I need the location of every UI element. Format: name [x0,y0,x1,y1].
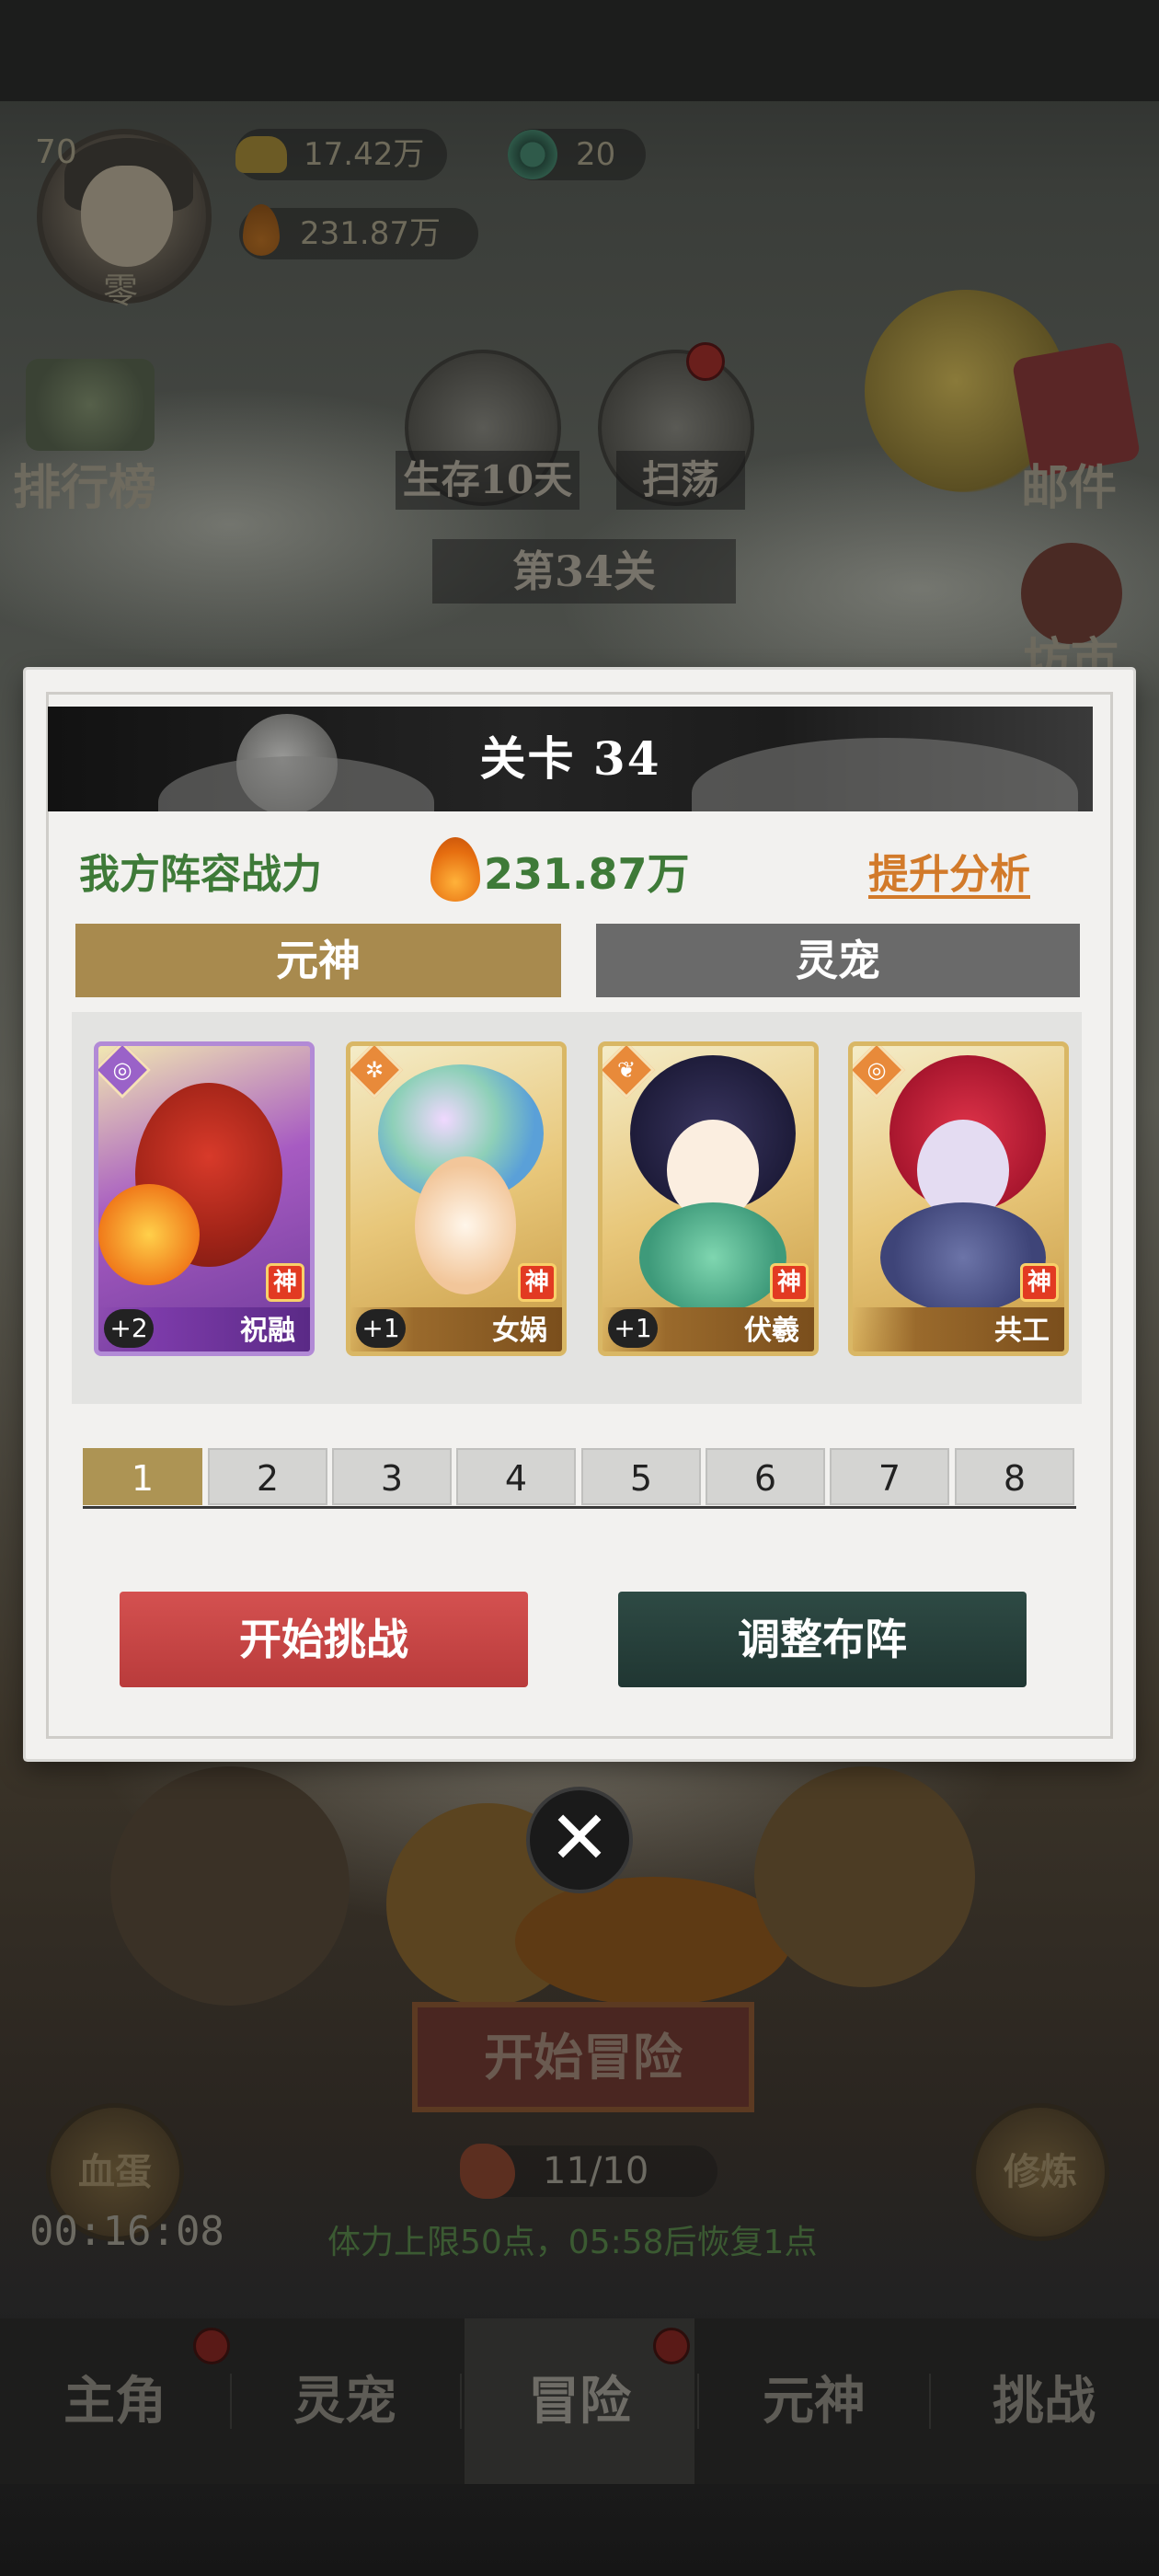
power-value: 231.87万 [484,849,690,899]
god-badge: 神 [266,1263,304,1302]
gold-value: 17.42万 [304,136,425,173]
hero-card[interactable]: ◎ 神 共工 [848,1041,1069,1356]
enhance-level: +1 [356,1309,406,1348]
jade-value: 20 [576,136,616,173]
tab-spirit-pet[interactable]: 灵宠 [596,924,1080,997]
hero-card[interactable]: ✲ 神 +1 女娲 [346,1041,567,1356]
nav-primordial-spirit[interactable]: 元神 [699,2318,929,2484]
avatar-face [81,166,173,267]
close-icon[interactable]: ✕ [526,1787,633,1893]
power-hud-value: 231.87万 [300,215,441,252]
ranking-button[interactable]: 排行榜 [13,449,156,518]
tab-primordial-spirit[interactable]: 元神 [75,924,561,997]
fire-effect [98,1184,200,1285]
hero-card[interactable]: ◎ 神 +2 祝融 [94,1041,315,1356]
notification-dot [193,2328,230,2364]
god-badge: 神 [518,1263,557,1302]
campfire-sprite [515,1877,791,2006]
power-label: 我方阵容战力 [79,851,322,898]
stamina-note: 体力上限50点，05:58后恢复1点 [327,2224,818,2261]
god-badge: 神 [770,1263,809,1302]
hero-name: 祝融 [240,1315,295,1347]
hero-body [639,1202,786,1313]
survive-mode-button[interactable]: 生存10天 [396,451,580,510]
jade-icon [508,130,557,179]
nav-challenge[interactable]: 挑战 [929,2318,1159,2484]
start-adventure-button[interactable]: 开始冒险 [412,2002,754,2112]
dialog-title: 关卡 34 [479,731,661,786]
improve-analysis-link[interactable]: 提升分析 [868,841,1030,900]
formation-page-1[interactable]: 1 [83,1448,202,1505]
formation-page-8[interactable]: 8 [955,1448,1074,1505]
stage-banner: 第34关 [432,539,736,604]
hero-card[interactable]: ❦ 神 +1 伏羲 [598,1041,819,1356]
hero-body [415,1156,516,1294]
notification-dot [653,2328,690,2364]
enhance-level: +1 [608,1309,658,1348]
formation-page-3[interactable]: 3 [332,1448,452,1505]
start-challenge-button[interactable]: 开始挑战 [120,1592,528,1687]
countdown-timer: 00:16:08 [29,2208,224,2255]
character-sprite [110,1766,350,2006]
formation-page-7[interactable]: 7 [830,1448,949,1505]
game-screen: 70 零 17.42万 20 231.87万 排行榜 邮件 坊市 生存10天 扫… [0,0,1159,2576]
formation-page-2[interactable]: 2 [208,1448,327,1505]
nav-divider [460,2374,462,2429]
formation-page-4[interactable]: 4 [456,1448,576,1505]
sweep-button[interactable]: 扫荡 [616,451,745,510]
enhance-level: +2 [104,1309,154,1348]
gold-ingot-icon [235,136,287,173]
mail-button[interactable]: 邮件 [1021,449,1117,518]
element-icon: ✲ [350,1046,404,1099]
formation-page-6[interactable]: 6 [706,1448,825,1505]
adjust-formation-button[interactable]: 调整布阵 [618,1592,1027,1687]
stamina-value: 11/10 [543,2150,649,2192]
element-icon: ◎ [853,1046,906,1099]
hero-name: 共工 [994,1315,1050,1347]
train-button[interactable]: 修炼 [971,2103,1109,2241]
character-sprite [754,1766,975,1987]
god-badge: 神 [1020,1263,1059,1302]
notification-dot [686,342,725,381]
player-name: 零 [103,270,139,311]
nav-spirit-pet[interactable]: 灵宠 [230,2318,460,2484]
hero-name: 伏羲 [744,1315,799,1347]
hero-name: 女娲 [492,1315,547,1347]
status-strip [0,0,1159,101]
element-icon: ◎ [98,1046,152,1099]
ranking-icon[interactable] [26,359,155,451]
formation-page-5[interactable]: 5 [581,1448,701,1505]
player-level: 70 [35,133,77,171]
